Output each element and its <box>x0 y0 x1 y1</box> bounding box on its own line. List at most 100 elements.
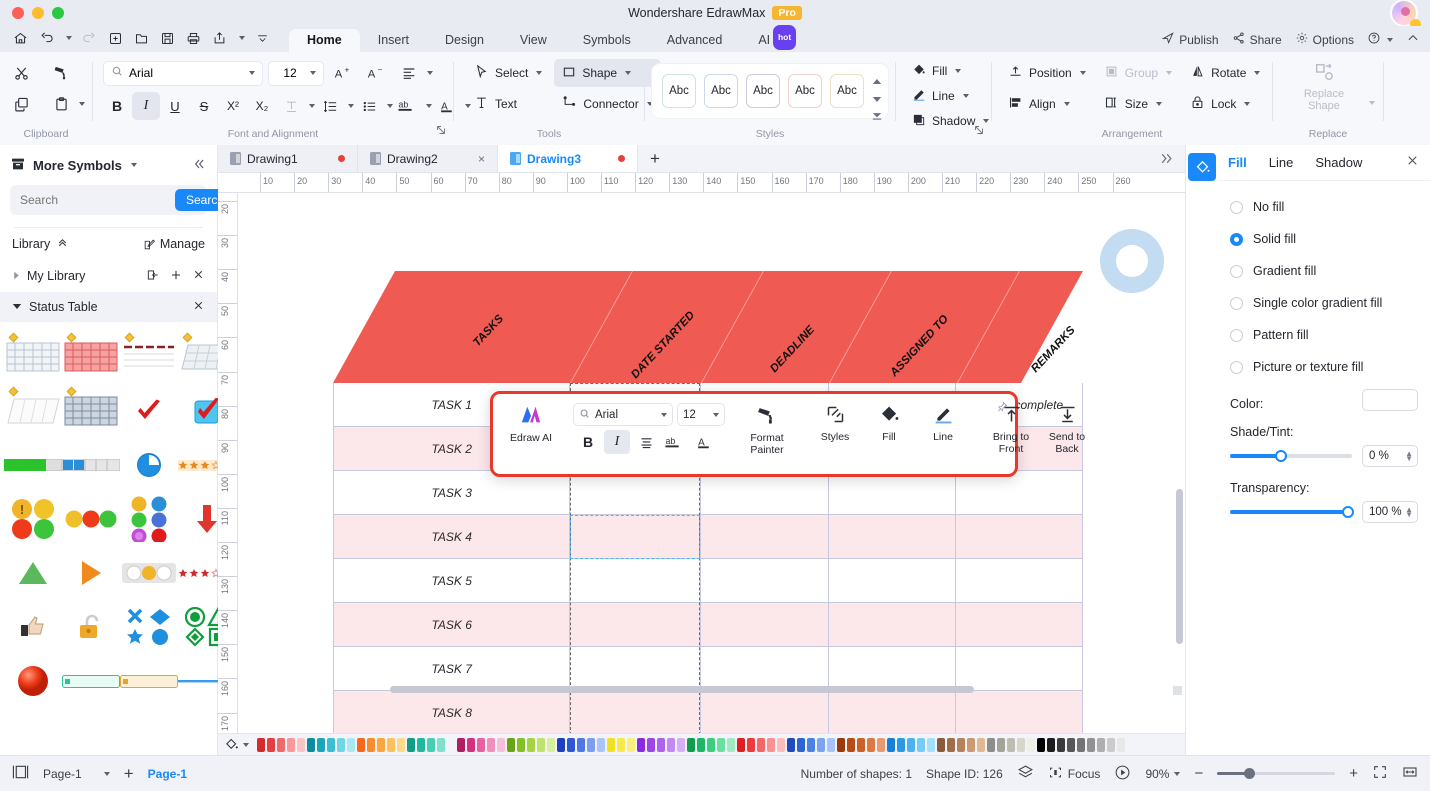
color-swatch[interactable] <box>257 737 265 752</box>
tab-ai[interactable]: AI hot <box>740 25 797 52</box>
bullet-list-icon[interactable] <box>355 92 383 120</box>
my-library-row[interactable]: My Library <box>0 260 217 292</box>
table-cell[interactable] <box>701 647 829 690</box>
add-page-button[interactable]: + <box>124 764 134 784</box>
symbol-table-3d-white[interactable] <box>4 386 62 436</box>
symbol-table-grid-blue[interactable] <box>62 386 120 436</box>
symbol-six-status-balls[interactable] <box>120 494 178 544</box>
transparency-slider[interactable] <box>1230 506 1354 518</box>
search-input[interactable] <box>20 193 175 207</box>
group-button[interactable]: Group <box>1096 59 1180 87</box>
presentation-icon[interactable] <box>1114 764 1131 784</box>
format-dialog-launcher-icon[interactable] <box>973 123 985 141</box>
tab-home[interactable]: Home <box>289 29 360 52</box>
table-cell[interactable] <box>829 559 957 602</box>
help-button[interactable] <box>1367 31 1393 48</box>
style-sample-1[interactable]: Abc <box>662 74 696 108</box>
radio-no-fill[interactable] <box>1230 200 1243 214</box>
font-size-dropdown-icon[interactable] <box>310 71 316 75</box>
color-swatch[interactable] <box>337 737 345 752</box>
color-swatch[interactable] <box>1077 737 1085 752</box>
close-tab-icon[interactable]: × <box>478 152 485 166</box>
chevron-up-double-icon[interactable] <box>56 236 69 252</box>
color-swatch[interactable] <box>507 737 515 752</box>
style-sample-3[interactable]: Abc <box>746 74 780 108</box>
color-swatch[interactable] <box>267 737 275 752</box>
float-format-painter-button[interactable]: Format Painter <box>741 399 793 456</box>
strikethrough-button[interactable]: S <box>190 92 218 120</box>
color-swatch[interactable] <box>767 737 775 752</box>
style-sample-5[interactable]: Abc <box>830 74 864 108</box>
color-swatch[interactable] <box>1037 737 1045 752</box>
panel-tab-shadow[interactable]: Shadow <box>1315 155 1362 170</box>
color-swatch[interactable] <box>1087 737 1095 752</box>
color-swatch[interactable] <box>347 737 355 752</box>
symbol-triangle-green[interactable] <box>4 548 62 598</box>
color-swatch[interactable] <box>607 737 615 752</box>
tab-advanced[interactable]: Advanced <box>649 29 741 52</box>
color-swatch[interactable] <box>997 737 1005 752</box>
color-swatch[interactable] <box>667 737 675 752</box>
symbol-search-box[interactable]: Search <box>10 185 236 215</box>
font-dialog-launcher-icon[interactable] <box>435 123 447 141</box>
line-spacing-icon[interactable] <box>316 92 344 120</box>
table-cell[interactable]: TASK 5 <box>334 559 571 602</box>
table-row[interactable]: TASK 7 <box>333 647 1083 691</box>
zoom-slider[interactable] <box>1217 767 1336 779</box>
color-swatch[interactable] <box>1107 737 1115 752</box>
chevron-down-icon[interactable] <box>12 300 22 314</box>
canvas-horizontal-scrollbar[interactable] <box>264 686 1159 693</box>
color-swatch[interactable] <box>747 737 755 752</box>
float-send-to-back-button[interactable]: Send to Back <box>1041 399 1093 455</box>
print-icon[interactable] <box>181 27 206 49</box>
color-swatch[interactable] <box>457 737 465 752</box>
color-swatch[interactable] <box>1097 737 1105 752</box>
color-swatch[interactable] <box>417 737 425 752</box>
color-swatch[interactable] <box>1007 737 1015 752</box>
symbol-bar-orange-outline[interactable] <box>120 656 178 706</box>
table-cell[interactable] <box>829 647 957 690</box>
replace-shape-button[interactable]: Replace Shape <box>1281 59 1367 114</box>
float-fill-button[interactable]: Fill <box>863 399 915 443</box>
table-cell[interactable] <box>570 647 702 690</box>
collapse-sidebar-icon[interactable] <box>191 156 207 175</box>
help-dropdown-icon[interactable] <box>1387 37 1393 42</box>
table-cell[interactable] <box>570 559 702 602</box>
publish-button[interactable]: Publish <box>1161 31 1219 48</box>
color-swatch[interactable] <box>817 737 825 752</box>
color-swatch[interactable] <box>1057 737 1065 752</box>
page-select-dropdown-icon[interactable] <box>103 771 110 776</box>
shade-tint-value-box[interactable]: 0 % ▲ ▼ <box>1362 445 1418 467</box>
table-row[interactable]: TASK 3 <box>333 471 1083 515</box>
table-cell[interactable] <box>570 515 702 558</box>
color-swatch[interactable] <box>657 737 665 752</box>
canvas-vertical-scrollbar[interactable] <box>1176 219 1183 693</box>
decorative-circle-shape[interactable] <box>1100 229 1164 293</box>
float-align-icon[interactable] <box>633 430 659 454</box>
table-cell[interactable]: TASK 6 <box>334 603 571 646</box>
sidebar-header-dropdown-icon[interactable] <box>130 163 137 167</box>
align-button[interactable]: Align <box>1000 90 1094 118</box>
font-family-dropdown-icon[interactable] <box>249 71 255 75</box>
text-direction-icon[interactable] <box>277 92 305 120</box>
redo-icon[interactable] <box>77 27 102 49</box>
edraw-ai-button[interactable]: Edraw AI <box>505 399 557 444</box>
font-size-input[interactable] <box>268 60 324 86</box>
color-swatch[interactable] <box>707 737 715 752</box>
color-swatch[interactable] <box>717 737 725 752</box>
fill-color-swatch[interactable] <box>1362 389 1418 411</box>
more-commands-icon[interactable] <box>250 27 275 49</box>
color-swatch[interactable] <box>497 737 505 752</box>
drawing-canvas[interactable]: TASKS DATE STARTED DEADLINE ASSIGNED TO … <box>238 193 1185 733</box>
zoom-in-button[interactable]: + <box>1349 765 1358 782</box>
symbol-table-grid-red[interactable] <box>62 332 120 382</box>
add-library-icon[interactable] <box>169 268 183 285</box>
color-swatch[interactable] <box>487 737 495 752</box>
style-sample-4[interactable]: Abc <box>788 74 822 108</box>
color-swatch[interactable] <box>837 737 845 752</box>
rotate-button[interactable]: Rotate <box>1182 59 1268 87</box>
bullet-list-dropdown-icon[interactable] <box>387 104 393 108</box>
color-swatch[interactable] <box>867 737 875 752</box>
symbol-pie-progress-blue[interactable] <box>120 440 178 490</box>
account-avatar[interactable] <box>1390 0 1424 33</box>
